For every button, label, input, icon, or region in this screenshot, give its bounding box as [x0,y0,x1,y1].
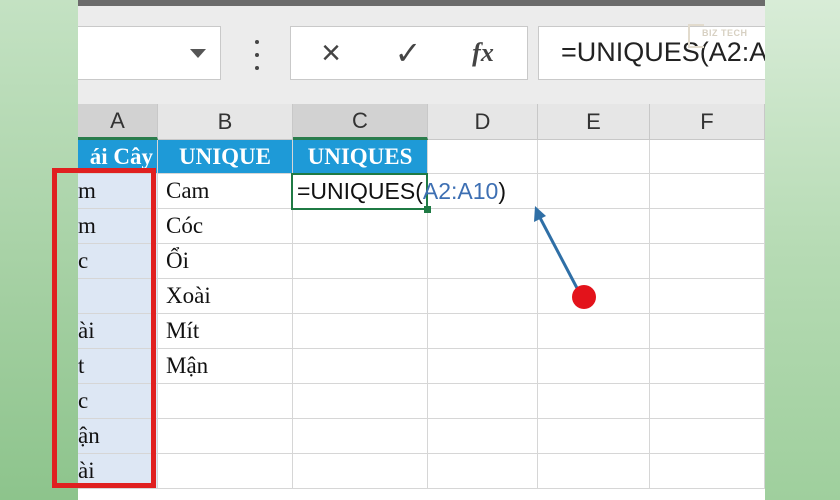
cell-b10[interactable] [158,454,293,489]
cell-c7[interactable] [293,349,428,384]
cell-f5[interactable] [650,279,765,314]
highlight-box-column-a [52,168,156,488]
cancel-icon[interactable]: × [311,27,351,79]
insert-function-icon[interactable]: fx [461,27,505,79]
formula-text: =UNIQUES(A2:A [561,37,765,67]
cell-e2[interactable] [538,174,650,209]
cell-d4[interactable] [428,244,538,279]
cell-e1[interactable] [538,140,650,174]
watermark: BIZ TECH [702,28,748,38]
column-header-e[interactable]: E [538,104,650,140]
cell-d3[interactable] [428,209,538,244]
cell-c5[interactable] [293,279,428,314]
cell-c10[interactable] [293,454,428,489]
more-options-icon[interactable] [250,40,264,70]
cell-f2[interactable] [650,174,765,209]
cell-b6[interactable]: Mít [158,314,293,349]
formula-buttons: × ✓ fx [290,26,528,80]
cell-d7[interactable] [428,349,538,384]
cell-d10[interactable] [428,454,538,489]
formula-prefix: =UNIQUES( [297,178,423,204]
cell-e8[interactable] [538,384,650,419]
cell-f10[interactable] [650,454,765,489]
cell-b1[interactable]: UNIQUE [158,140,293,174]
cell-b2[interactable]: Cam [158,174,293,209]
cell-b4[interactable]: Ổi [158,244,293,279]
column-header-f[interactable]: F [650,104,765,140]
cell-f3[interactable] [650,209,765,244]
cell-f1[interactable] [650,140,765,174]
cell-e6[interactable] [538,314,650,349]
cell-c4[interactable] [293,244,428,279]
annotation-dot [572,285,596,309]
cell-d9[interactable] [428,419,538,454]
cell-e10[interactable] [538,454,650,489]
formula-suffix: ) [498,178,507,204]
column-header-d[interactable]: D [428,104,538,140]
column-header-c[interactable]: C [293,104,428,140]
cell-f9[interactable] [650,419,765,454]
chevron-down-icon[interactable] [190,49,206,58]
cell-c1[interactable]: UNIQUES [293,140,428,174]
cell-e7[interactable] [538,349,650,384]
cell-d6[interactable] [428,314,538,349]
cell-e4[interactable] [538,244,650,279]
background-right [765,0,840,500]
cell-f8[interactable] [650,384,765,419]
cell-e9[interactable] [538,419,650,454]
cell-d1[interactable] [428,140,538,174]
cell-f6[interactable] [650,314,765,349]
formula-range-ref: A2:A10 [422,178,499,204]
column-header-a[interactable]: A [78,104,158,140]
spreadsheet-grid: A B C D E F ái Cây UNIQUE UNIQUES m m c … [78,104,765,500]
cell-c8[interactable] [293,384,428,419]
cell-c6[interactable] [293,314,428,349]
cell-b9[interactable] [158,419,293,454]
cell-c9[interactable] [293,419,428,454]
cell-b3[interactable]: Cóc [158,209,293,244]
enter-check-icon[interactable]: ✓ [386,27,430,79]
fill-handle[interactable] [424,206,431,213]
cell-c2-active[interactable]: =UNIQUES(A2:A10) [291,173,506,210]
cell-e3[interactable] [538,209,650,244]
name-box[interactable] [78,26,221,80]
cell-f4[interactable] [650,244,765,279]
cell-b8[interactable] [158,384,293,419]
cell-d5[interactable] [428,279,538,314]
cell-c3[interactable] [293,209,428,244]
cell-b5[interactable]: Xoài [158,279,293,314]
column-header-b[interactable]: B [158,104,293,140]
cell-d8[interactable] [428,384,538,419]
cell-f7[interactable] [650,349,765,384]
cell-b7[interactable]: Mận [158,349,293,384]
